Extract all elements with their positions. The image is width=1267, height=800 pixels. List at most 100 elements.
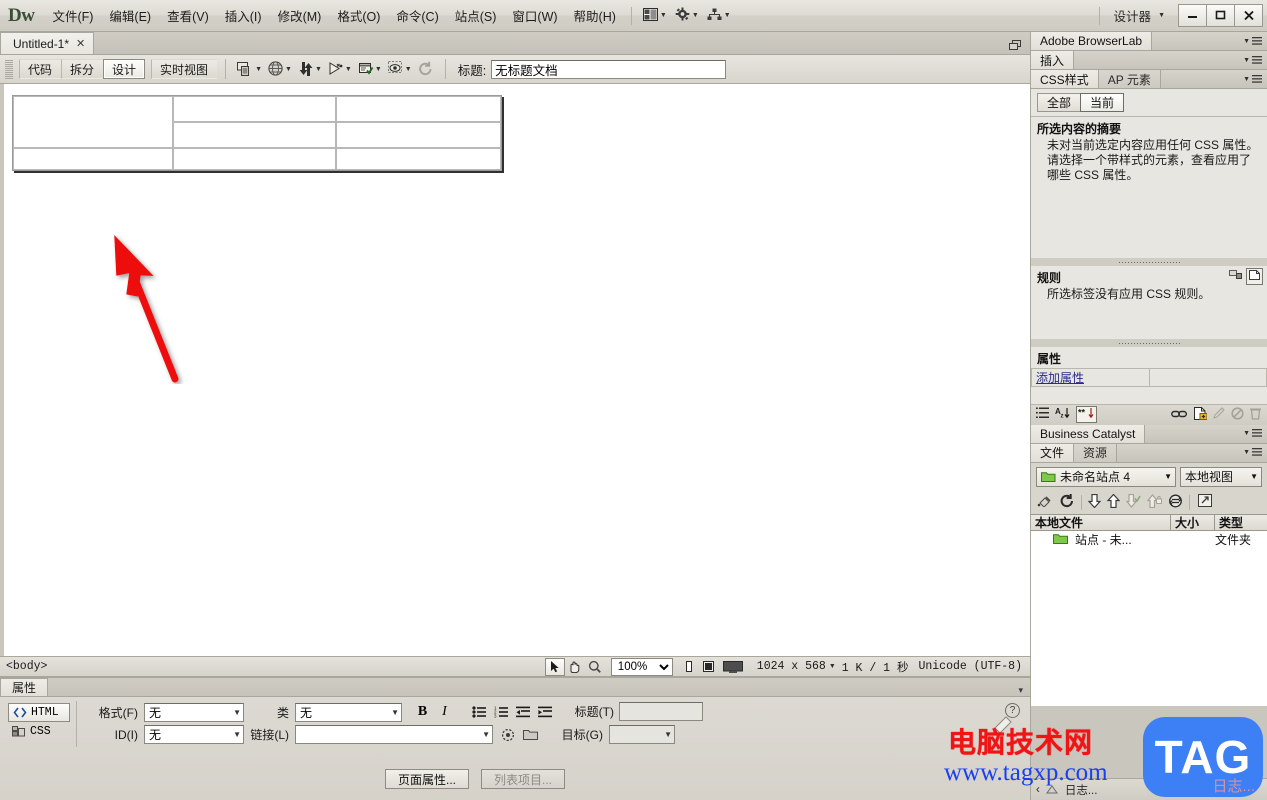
table-cell[interactable] xyxy=(336,148,501,170)
table-cell-merged[interactable] xyxy=(13,96,173,148)
panel-menu-button[interactable]: ▼ xyxy=(1243,429,1267,438)
panel-resize-handle[interactable] xyxy=(1031,258,1267,266)
link-input[interactable]: ▼ xyxy=(295,725,493,744)
id-select[interactable]: 无 ▼ xyxy=(144,725,244,744)
alpha-sort-button[interactable]: Az xyxy=(1055,407,1071,422)
zoom-tool-button[interactable] xyxy=(585,658,605,676)
view-split-button[interactable]: 拆分 xyxy=(61,59,104,79)
page-title-input[interactable] xyxy=(491,59,727,79)
layout-switcher-button[interactable]: ▼ xyxy=(639,5,671,27)
document-tab-untitled-1[interactable]: Untitled-1* ✕ xyxy=(0,32,95,54)
refresh-files-button[interactable] xyxy=(1059,493,1075,511)
menu-window[interactable]: 窗口(W) xyxy=(504,2,565,29)
panel-menu-button[interactable]: ▼ xyxy=(1243,55,1267,65)
set-properties-button[interactable]: ** xyxy=(1076,406,1097,423)
about-view-button[interactable] xyxy=(1246,268,1263,285)
table-cell[interactable] xyxy=(336,96,501,122)
tab-css-styles[interactable]: CSS样式 xyxy=(1031,70,1099,88)
heading-input[interactable] xyxy=(619,702,703,721)
collapse-icon[interactable]: ▾ xyxy=(1018,685,1023,696)
browserlab-panel-header[interactable]: Adobe BrowserLab ▼ xyxy=(1031,32,1267,51)
refresh-design-view-button[interactable] xyxy=(415,59,437,79)
page-properties-button[interactable]: 页面属性... xyxy=(385,769,470,789)
get-files-button[interactable] xyxy=(1087,493,1102,511)
panel-menu-button[interactable]: ▼ xyxy=(1243,448,1267,457)
select-tool-button[interactable] xyxy=(544,657,565,676)
tab-ap-elements[interactable]: AP 元素 xyxy=(1098,70,1161,88)
add-property-link[interactable]: 添加属性 xyxy=(1036,371,1084,385)
tablet-size-button[interactable] xyxy=(699,658,719,676)
maximize-button[interactable] xyxy=(1206,3,1235,27)
column-header-type[interactable]: 类型 xyxy=(1215,515,1267,530)
view-live-button[interactable]: 实时视图 xyxy=(151,59,218,79)
panel-menu-button[interactable]: ▼ xyxy=(1243,74,1267,84)
tab-properties[interactable]: 属性 xyxy=(0,678,49,696)
ordered-list-button[interactable]: 123 xyxy=(493,703,510,720)
column-header-local-files[interactable]: 本地文件 xyxy=(1031,514,1171,530)
tab-assets[interactable]: 资源 xyxy=(1074,443,1118,462)
log-label[interactable]: 日志... xyxy=(1065,782,1098,798)
synchronize-button[interactable] xyxy=(1168,494,1183,511)
files-list[interactable]: 站点 - 未... 文件夹 xyxy=(1031,530,1267,706)
menu-format[interactable]: 格式(O) xyxy=(329,2,388,29)
html-mode-button[interactable]: HTML xyxy=(8,703,70,722)
insert-panel-header[interactable]: 插入 ▼ xyxy=(1031,51,1267,70)
file-management-button[interactable]: ▼ xyxy=(295,59,325,79)
view-design-button[interactable]: 设计 xyxy=(103,59,146,79)
new-rule-button[interactable] xyxy=(1193,406,1208,423)
bold-button[interactable]: B xyxy=(414,703,431,720)
table-cell[interactable] xyxy=(173,122,336,148)
menu-modify[interactable]: 修改(M) xyxy=(270,2,330,29)
menu-edit[interactable]: 编辑(E) xyxy=(101,2,159,29)
table-cell[interactable] xyxy=(173,96,336,122)
workspace-switcher[interactable]: 设计器 ▼ xyxy=(1107,3,1172,28)
menu-site[interactable]: 站点(S) xyxy=(447,2,505,29)
menu-commands[interactable]: 命令(C) xyxy=(388,2,446,29)
tag-selector[interactable]: <body> xyxy=(6,660,47,673)
multiscreen-button[interactable]: ▼ xyxy=(234,59,265,79)
tab-business-catalyst[interactable]: Business Catalyst xyxy=(1031,424,1146,443)
italic-button[interactable]: I xyxy=(436,703,453,720)
connect-to-remote-button[interactable] xyxy=(1037,494,1053,510)
site-management-button[interactable]: ▼ xyxy=(703,5,735,27)
column-header-size[interactable]: 大小 xyxy=(1171,514,1215,530)
view-code-button[interactable]: 代码 xyxy=(19,59,62,79)
unordered-list-button[interactable] xyxy=(471,703,488,720)
design-table[interactable] xyxy=(12,95,502,171)
cascade-view-button[interactable] xyxy=(1229,268,1242,285)
minimize-button[interactable] xyxy=(1178,3,1207,27)
css-properties-grid[interactable]: 添加属性 xyxy=(1031,368,1267,404)
hand-tool-button[interactable] xyxy=(565,658,585,676)
point-to-file-button[interactable] xyxy=(499,726,516,743)
close-icon[interactable]: ✕ xyxy=(76,37,85,50)
menu-view[interactable]: 查看(V) xyxy=(159,2,217,29)
format-select[interactable]: 无 ▼ xyxy=(144,703,244,722)
class-select[interactable]: 无 ▼ xyxy=(295,703,402,722)
desktop-size-button[interactable] xyxy=(719,658,747,676)
menu-file[interactable]: 文件(F) xyxy=(44,2,101,29)
panel-resize-handle[interactable] xyxy=(1031,339,1267,347)
attach-stylesheet-button[interactable] xyxy=(1171,408,1188,422)
menu-insert[interactable]: 插入(I) xyxy=(217,2,270,29)
target-select[interactable]: ▼ xyxy=(609,725,675,744)
visual-aids-button[interactable]: ▼ xyxy=(385,59,415,79)
phone-size-button[interactable] xyxy=(679,658,699,676)
css-current-button[interactable]: 当前 xyxy=(1080,93,1125,112)
chevron-left-icon[interactable]: ‹ xyxy=(1036,784,1040,796)
site-select[interactable]: 未命名站点 4 ▼ xyxy=(1036,466,1176,487)
zoom-level-select[interactable]: 100% xyxy=(610,657,673,676)
tab-files[interactable]: 文件 xyxy=(1031,443,1075,462)
business-catalyst-panel-header[interactable]: Business Catalyst ▼ xyxy=(1031,424,1267,444)
add-property-cell[interactable]: 添加属性 xyxy=(1031,368,1150,387)
check-page-button[interactable]: ▼ xyxy=(355,59,385,79)
outdent-button[interactable] xyxy=(515,703,532,720)
property-value-cell[interactable] xyxy=(1148,368,1267,387)
restore-document-button[interactable] xyxy=(1009,40,1022,51)
close-button[interactable] xyxy=(1234,3,1263,27)
tab-insert[interactable]: 插入 xyxy=(1031,51,1075,69)
css-mode-button[interactable]: CSS xyxy=(8,722,70,741)
chevron-down-icon[interactable]: ▼ xyxy=(829,663,836,670)
design-view-canvas[interactable] xyxy=(0,84,1030,656)
expand-files-panel-button[interactable] xyxy=(1198,493,1213,511)
toolbar-grip[interactable] xyxy=(5,59,13,79)
